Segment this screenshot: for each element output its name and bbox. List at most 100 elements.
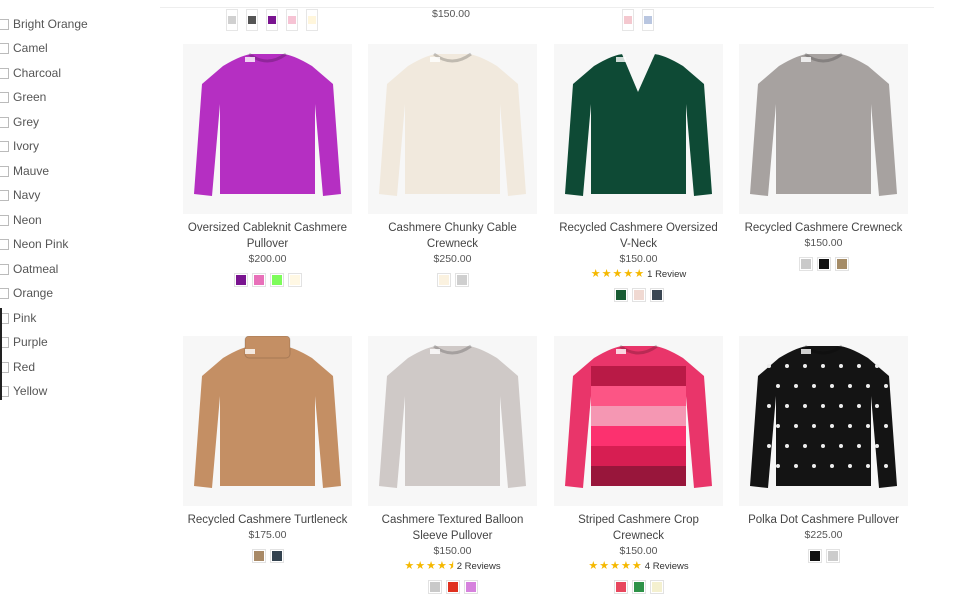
checkbox[interactable] xyxy=(0,287,9,299)
product-name[interactable]: Oversized Cableknit Cashmere Pullover xyxy=(180,220,355,252)
product-price: $250.00 xyxy=(433,253,472,265)
color-swatch[interactable] xyxy=(463,580,478,594)
product-name[interactable]: Striped Cashmere Crop Crewneck xyxy=(551,512,726,544)
product-image[interactable] xyxy=(739,44,908,214)
checkbox[interactable] xyxy=(0,189,9,201)
color-swatch[interactable] xyxy=(436,273,451,287)
checkbox[interactable] xyxy=(0,18,9,30)
filter-bright-orange[interactable]: Bright Orange xyxy=(0,14,88,34)
filter-purple[interactable]: Purple xyxy=(0,332,48,352)
filter-grey[interactable]: Grey xyxy=(0,112,39,132)
review-summary[interactable]: ★ ★ ★ ★ ★ 4 Reviews xyxy=(551,561,726,573)
checkbox[interactable] xyxy=(0,214,9,226)
review-count[interactable]: 1 Review xyxy=(647,269,686,280)
color-swatch[interactable] xyxy=(427,580,442,594)
star-icon: ★ xyxy=(437,560,447,572)
color-swatch[interactable] xyxy=(798,257,813,271)
review-summary[interactable]: ★ ★ ★ ★ ★ 1 Review xyxy=(551,269,726,281)
checkbox[interactable] xyxy=(0,140,9,152)
product-card[interactable]: Polka Dot Cashmere Pullover $225.00 xyxy=(736,336,911,563)
color-swatch[interactable] xyxy=(613,580,628,594)
checkbox[interactable] xyxy=(0,165,9,177)
product-image[interactable] xyxy=(183,336,352,506)
filter-label: Green xyxy=(13,90,47,104)
product-image[interactable] xyxy=(183,44,352,214)
color-swatch[interactable] xyxy=(445,580,460,594)
product-card[interactable]: Striped Cashmere Crop Crewneck $150.00 ★ ★ ★… xyxy=(551,336,726,594)
filter-label: Red xyxy=(13,360,36,374)
filter-pink[interactable]: Pink xyxy=(0,308,36,328)
color-swatch[interactable] xyxy=(286,9,298,31)
filter-orange[interactable]: Orange xyxy=(0,283,53,303)
review-summary[interactable]: ★ ★ ★ ★ ⯨ 2 Reviews xyxy=(365,560,540,573)
product-card[interactable]: Oversized Cableknit Cashmere Pullover $20… xyxy=(180,44,355,287)
product-image[interactable] xyxy=(554,44,723,214)
product-image[interactable] xyxy=(368,44,537,214)
color-swatch[interactable] xyxy=(269,549,284,563)
sidebar-scrollbar[interactable] xyxy=(0,308,2,400)
color-swatch[interactable] xyxy=(246,9,258,31)
filter-neon[interactable]: Neon xyxy=(0,210,42,230)
color-swatch[interactable] xyxy=(622,9,634,31)
product-name[interactable]: Recycled Cashmere Turtleneck xyxy=(180,512,355,528)
color-swatch[interactable] xyxy=(649,288,664,302)
product-name[interactable]: Recycled Cashmere Oversized V-Neck xyxy=(551,220,726,252)
product-image[interactable] xyxy=(368,336,537,506)
color-swatch[interactable] xyxy=(816,257,831,271)
product-card[interactable]: Recycled Cashmere Turtleneck $175.00 xyxy=(180,336,355,563)
checkbox[interactable] xyxy=(0,42,9,54)
product-price: $150.00 xyxy=(804,237,843,249)
review-count[interactable]: 2 Reviews xyxy=(457,561,501,572)
product-name[interactable]: Cashmere Textured Balloon Sleeve Pullove… xyxy=(365,512,540,544)
product-name[interactable]: Cashmere Chunky Cable Crewneck xyxy=(365,220,540,252)
product-name[interactable]: Recycled Cashmere Crewneck xyxy=(736,220,911,236)
color-swatch[interactable] xyxy=(631,288,646,302)
checkbox[interactable] xyxy=(0,238,9,250)
top-row-swatches-1 xyxy=(224,9,320,31)
checkbox[interactable] xyxy=(0,91,9,103)
checkbox[interactable] xyxy=(0,67,9,79)
filter-yellow[interactable]: Yellow xyxy=(0,381,47,401)
star-icon: ★ xyxy=(404,560,415,572)
filter-navy[interactable]: Navy xyxy=(0,185,40,205)
checkbox[interactable] xyxy=(0,116,9,128)
color-swatch[interactable] xyxy=(825,549,840,563)
filter-red[interactable]: Red xyxy=(0,357,35,377)
color-swatch[interactable] xyxy=(306,9,318,31)
product-card[interactable]: Cashmere Chunky Cable Crewneck $250.00 xyxy=(365,44,540,287)
star-icon: ★ xyxy=(415,560,426,572)
color-swatch[interactable] xyxy=(807,549,822,563)
color-swatch[interactable] xyxy=(642,9,654,31)
filter-neon-pink[interactable]: Neon Pink xyxy=(0,234,68,254)
color-swatch[interactable] xyxy=(454,273,469,287)
color-swatch[interactable] xyxy=(233,273,248,287)
color-swatch[interactable] xyxy=(266,9,278,31)
filter-ivory[interactable]: Ivory xyxy=(0,136,39,156)
color-swatch[interactable] xyxy=(287,273,302,287)
filter-camel[interactable]: Camel xyxy=(0,38,48,58)
color-swatch[interactable] xyxy=(251,273,266,287)
color-swatch[interactable] xyxy=(834,257,849,271)
filter-charcoal[interactable]: Charcoal xyxy=(0,63,61,83)
product-image[interactable] xyxy=(739,336,908,506)
review-count[interactable]: 4 Reviews xyxy=(645,561,689,572)
filter-green[interactable]: Green xyxy=(0,87,46,107)
product-name[interactable]: Polka Dot Cashmere Pullover xyxy=(736,512,911,528)
color-swatch[interactable] xyxy=(251,549,266,563)
color-swatch[interactable] xyxy=(226,9,238,31)
color-swatch[interactable] xyxy=(269,273,284,287)
filter-label: Oatmeal xyxy=(13,262,59,276)
color-swatch[interactable] xyxy=(631,580,646,594)
color-swatch[interactable] xyxy=(649,580,664,594)
product-image[interactable] xyxy=(554,336,723,506)
filter-mauve[interactable]: Mauve xyxy=(0,161,49,181)
product-card[interactable]: Recycled Cashmere Crewneck $150.00 xyxy=(736,44,911,271)
filter-oatmeal[interactable]: Oatmeal xyxy=(0,259,58,279)
product-card[interactable]: Cashmere Textured Balloon Sleeve Pullove… xyxy=(365,336,540,594)
filter-label: Neon Pink xyxy=(13,237,69,251)
product-card[interactable]: Recycled Cashmere Oversized V-Neck $150.0… xyxy=(551,44,726,302)
color-swatch[interactable] xyxy=(613,288,628,302)
half-star-icon: ⯨ xyxy=(447,560,454,572)
checkbox[interactable] xyxy=(0,263,9,275)
product-price: $175.00 xyxy=(248,529,287,541)
